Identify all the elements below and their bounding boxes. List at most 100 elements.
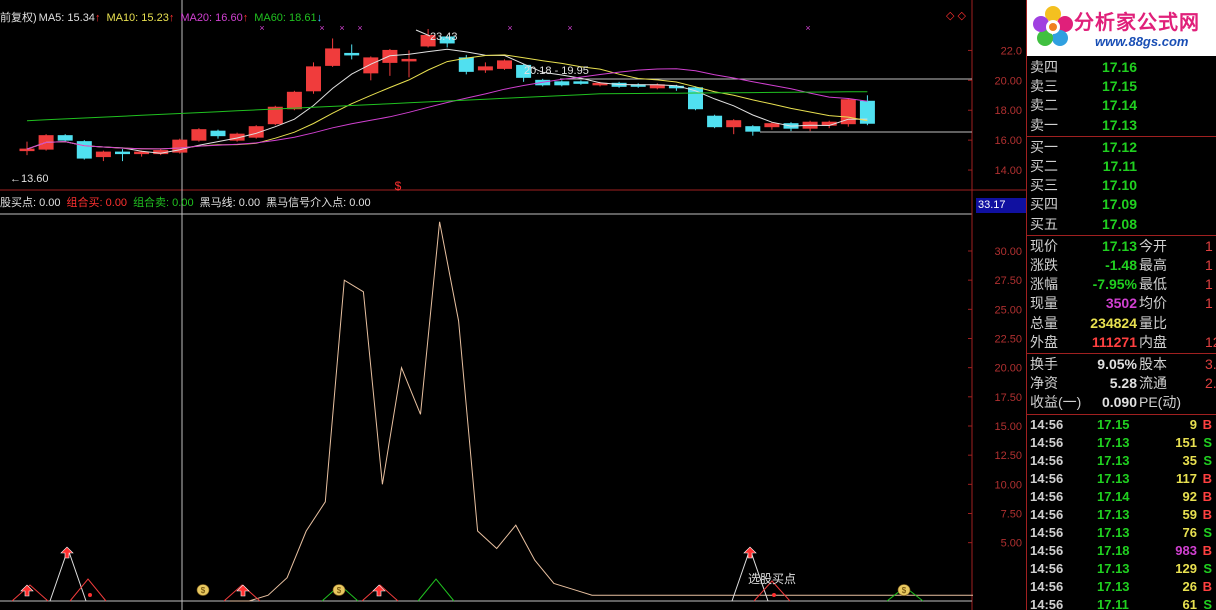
candle-down — [57, 135, 73, 141]
tick-price: 17.13 — [1097, 578, 1130, 594]
quote-value: 3502 — [1105, 295, 1137, 312]
bid-label: 买二 — [1030, 158, 1058, 174]
indicator-legend: 股买点: 0.00 组合买: 0.00 组合卖: 0.00 黑马线: 0.00 黑马信号… — [0, 194, 377, 210]
price-axis-label: 22.0 — [1001, 45, 1022, 57]
tick-time: 14:56 — [1030, 560, 1064, 576]
fundamental-value: 5.28 — [1109, 375, 1137, 392]
bid-price: 17.12 — [1101, 138, 1137, 155]
ask-label: 卖一 — [1030, 116, 1058, 133]
quote-label-2: 内盘 — [1139, 333, 1167, 350]
ma-legend: 前复权) MA5: 15.34↑ MA10: 15.23↑ MA20: 16.60↑ M… — [0, 9, 328, 25]
tick-time: 14:56 — [1030, 596, 1064, 610]
tick-row: 14:56 17.13 59 B — [1027, 506, 1216, 524]
bid-row: 买四 17.09 — [1027, 195, 1216, 214]
candle-up — [134, 151, 150, 155]
tick-time: 14:56 — [1030, 434, 1064, 450]
window-control-icons[interactable]: ◇ ◇ — [946, 9, 966, 22]
ask-price: 17.16 — [1101, 59, 1137, 75]
tick-price: 17.14 — [1097, 488, 1130, 504]
tick-side: S — [1203, 452, 1212, 468]
quote-divider — [1027, 234, 1216, 236]
tick-row: 14:56 17.15 9 B — [1027, 416, 1216, 434]
candle-down — [115, 151, 130, 155]
bid-label: 买一 — [1030, 138, 1058, 155]
fundamental-label: 换手 — [1030, 356, 1058, 372]
fundamental-label-2: 流通 — [1139, 375, 1167, 392]
bid-row: 买三 17.10 — [1027, 176, 1216, 195]
candle-up — [840, 99, 856, 125]
tick-time: 14:56 — [1030, 578, 1064, 594]
buy-arrow-icon — [60, 546, 74, 559]
quote-label: 涨幅 — [1030, 276, 1058, 293]
tick-volume: 9 — [1189, 416, 1197, 432]
candle-down — [554, 81, 570, 86]
indicator-axis-label: 10.00 — [994, 479, 1022, 491]
candle-down — [210, 130, 226, 137]
tick-price: 17.18 — [1097, 542, 1130, 558]
quote-value-2: 1 — [1205, 257, 1213, 273]
dollar-marker: $ — [395, 179, 402, 193]
tick-side: B — [1202, 578, 1212, 594]
candle-up — [325, 48, 341, 66]
indicator-axis-label: 12.50 — [994, 450, 1022, 462]
quote-label: 外盘 — [1030, 333, 1058, 350]
candle-up — [95, 151, 111, 158]
candle-up — [477, 66, 493, 71]
indicator-axis-label: 27.50 — [994, 275, 1022, 287]
high-price-annotation: 23.43 — [430, 31, 458, 43]
tick-row: 14:56 17.13 35 S — [1027, 452, 1216, 470]
bid-price: 17.09 — [1101, 196, 1137, 213]
ask-row: 卖一 17.13 — [1027, 116, 1216, 135]
tick-volume: 92 — [1182, 488, 1197, 504]
tick-price: 17.13 — [1097, 434, 1130, 450]
price-axis-label: 18.00 — [994, 105, 1022, 117]
bid-row: 买五 17.08 — [1027, 215, 1216, 234]
tick-time: 14:56 — [1030, 524, 1064, 540]
tick-volume: 61 — [1182, 596, 1197, 610]
tick-row: 14:56 17.18 983 B — [1027, 542, 1216, 560]
tick-side: B — [1202, 416, 1212, 432]
fundamental-value-2: 3.3 — [1205, 356, 1216, 372]
tick-side: S — [1203, 596, 1212, 610]
tick-side: S — [1203, 560, 1212, 576]
bid-price: 17.10 — [1101, 177, 1137, 194]
candle-down — [76, 141, 92, 159]
fundamental-label-2: PE(动) — [1139, 394, 1181, 411]
logo-url[interactable]: www.88gs.com — [1095, 34, 1188, 49]
candle-down — [344, 52, 360, 56]
legend-combo-buy: 组合买: 0.00 — [66, 197, 128, 209]
tick-price: 17.13 — [1097, 470, 1130, 486]
quote-label: 现价 — [1030, 237, 1058, 254]
order-book-divider — [1027, 135, 1216, 137]
ma20-up-arrow-icon: ↑ — [242, 12, 249, 24]
candle-up — [286, 91, 302, 110]
quote-row: 总量 234824 量比 — [1027, 314, 1216, 333]
quote-value: 111271 — [1091, 333, 1137, 350]
fundamental-label: 净资 — [1030, 375, 1058, 392]
money-bag-symbol-icon: $ — [337, 586, 342, 595]
ask-row: 卖二 17.14 — [1027, 96, 1216, 115]
logo-title: 分析家公式网 — [1074, 10, 1200, 34]
ma10-up-arrow-icon: ↑ — [168, 12, 175, 24]
tick-side: B — [1202, 542, 1212, 558]
low-price-annotation: ←13.60 — [10, 173, 49, 185]
fundamental-value: 0.090 — [1101, 394, 1137, 411]
tick-time: 14:56 — [1030, 452, 1064, 468]
ask-label: 卖三 — [1030, 78, 1058, 95]
chart-canvas[interactable]: 22.020.0018.0016.0014.00× × × × × × ×23.43←13.… — [0, 0, 1026, 610]
candle-down — [745, 126, 761, 132]
quote-value: -7.95% — [1092, 276, 1137, 293]
signal-label: 选股买点 — [748, 572, 796, 586]
fundamental-label-2: 股本 — [1139, 356, 1167, 372]
signal-marker-x: × — [339, 23, 344, 33]
indicator-axis-label: 7.50 — [1001, 508, 1022, 520]
ma5-up-arrow-icon: ↑ — [94, 12, 101, 24]
fundamental-row: 净资 5.28流通 2.0 — [1027, 374, 1216, 393]
signal-marker-x: × — [507, 23, 512, 33]
tick-time: 14:56 — [1030, 506, 1064, 522]
legend-dark-horse: 黑马线: 0.00 — [199, 197, 261, 209]
money-bag-symbol-icon: $ — [201, 586, 206, 595]
fundamentals-divider — [1027, 353, 1216, 354]
legend-ma5: MA5: 15.34 — [38, 12, 95, 24]
kline-chart-area[interactable]: 22.0 20.00 18.00 16.00 14.00 × × × × × × × 23.43 ←13.… — [0, 0, 1026, 610]
